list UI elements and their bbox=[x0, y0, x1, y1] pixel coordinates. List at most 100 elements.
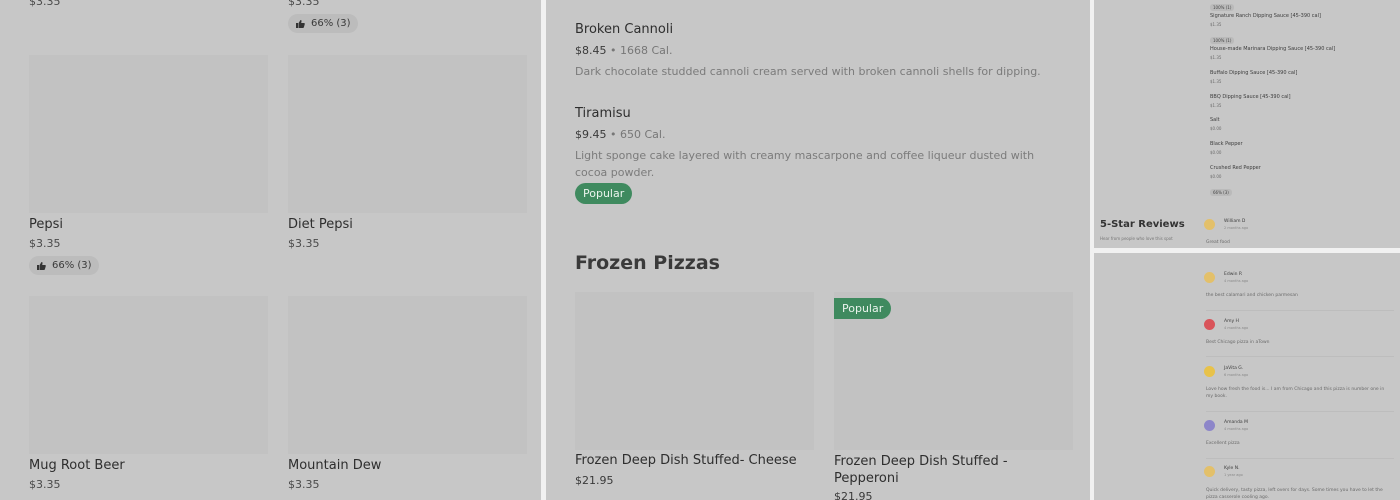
rating-text: 100% (1) bbox=[1210, 4, 1235, 11]
rating-text: 66% (3) bbox=[311, 18, 351, 29]
rating-badge: 100% (1) bbox=[1210, 0, 1235, 13]
reviews-subtitle: Hear from people who love this spot bbox=[1100, 236, 1173, 241]
avatar bbox=[1204, 366, 1215, 377]
meta-separator: • bbox=[610, 44, 617, 57]
rating-badge: 66% (3) bbox=[1210, 189, 1232, 196]
item-name: Crushed Red Pepper bbox=[1210, 165, 1261, 171]
sauce-item[interactable]: Black Pepper $0.00 bbox=[1210, 141, 1243, 155]
item-meta: $8.45 • 1668 Cal. bbox=[575, 44, 672, 57]
reviews-title: 5-Star Reviews bbox=[1100, 219, 1185, 230]
item-name: Salt bbox=[1210, 117, 1220, 123]
thumbs-up-icon bbox=[296, 19, 305, 28]
item-name: Signature Ranch Dipping Sauce [45-390 ca… bbox=[1210, 13, 1321, 19]
item-image[interactable] bbox=[288, 55, 527, 213]
sauce-item[interactable]: Salt $0.00 bbox=[1210, 117, 1221, 131]
avatar bbox=[1204, 272, 1215, 283]
item-image[interactable] bbox=[575, 292, 814, 450]
drinks-panel: $3.35 $3.35 66% (3) Pepsi Diet Pepsi $3.… bbox=[0, 0, 541, 500]
sauces-panel: 100% (1) Signature Ranch Dipping Sauce [… bbox=[1094, 0, 1400, 248]
item-name[interactable]: Broken Cannoli bbox=[575, 22, 673, 37]
sauce-item[interactable]: Crushed Red Pepper $0.00 66% (3) bbox=[1210, 165, 1261, 198]
review-time: 4 months ago bbox=[1224, 427, 1249, 431]
avatar bbox=[1204, 466, 1215, 477]
item-calories: 650 Cal. bbox=[620, 128, 666, 141]
review-text: Best Chicago pizza in aTown bbox=[1206, 340, 1270, 345]
item-price: $3.35 bbox=[29, 478, 61, 491]
divider bbox=[1206, 356, 1394, 357]
item-name[interactable]: Diet Pepsi bbox=[288, 217, 353, 232]
review-card: Kyle N. 1 year ago Quick delivery, tasty… bbox=[1204, 466, 1394, 500]
item-price: $9.45 bbox=[575, 128, 607, 141]
section-title: Frozen Pizzas bbox=[575, 252, 720, 274]
item-description: Dark chocolate studded cannoli cream ser… bbox=[575, 65, 1041, 78]
sauce-item[interactable]: BBQ Dipping Sauce [45-390 cal] $1.35 bbox=[1210, 94, 1291, 108]
thumbs-up-icon bbox=[37, 261, 46, 270]
rating-badge: 66% (3) bbox=[288, 14, 358, 33]
review-card: Edwin R 4 months ago the best calamari a… bbox=[1204, 272, 1394, 322]
review-time: 6 months ago bbox=[1224, 373, 1249, 377]
item-name: House-made Marinara Dipping Sauce [45-39… bbox=[1210, 46, 1336, 52]
item-name[interactable]: Frozen Deep Dish Stuffed - Pepperoni bbox=[834, 453, 1064, 487]
item-price: $3.35 bbox=[288, 478, 320, 491]
rating-text: 66% (3) bbox=[52, 260, 92, 271]
review-text: Excellent pizza bbox=[1206, 441, 1240, 446]
avatar bbox=[1204, 319, 1215, 330]
reviewer-name: JaVita G. bbox=[1224, 366, 1244, 371]
item-name[interactable]: Pepsi bbox=[29, 217, 63, 232]
item-name: BBQ Dipping Sauce [45-390 cal] bbox=[1210, 94, 1291, 100]
item-price: $1.35 bbox=[1210, 22, 1222, 27]
item-description: Light sponge cake layered with creamy ma… bbox=[575, 149, 1035, 179]
item-price: $0.00 bbox=[1210, 174, 1222, 179]
sauce-item[interactable]: Signature Ranch Dipping Sauce [45-390 ca… bbox=[1210, 13, 1321, 46]
divider bbox=[1206, 310, 1394, 311]
item-price: $3.35 bbox=[29, 0, 61, 8]
item-name: Buffalo Dipping Sauce [45-390 cal] bbox=[1210, 70, 1298, 76]
rating-badge: 100% (1) bbox=[1210, 37, 1235, 44]
review-text: the best calamari and chicken parmesan bbox=[1206, 293, 1298, 298]
review-card: JaVita G. 6 months ago Love how fresh th… bbox=[1204, 366, 1394, 426]
item-price: $1.35 bbox=[1210, 103, 1222, 108]
reviewer-name: Kyle N. bbox=[1224, 466, 1240, 471]
item-name[interactable]: Mountain Dew bbox=[288, 458, 381, 473]
item-meta: $9.45 • 650 Cal. bbox=[575, 128, 665, 141]
item-name: Black Pepper bbox=[1210, 141, 1243, 147]
item-name[interactable]: Tiramisu bbox=[575, 106, 631, 121]
item-price: $8.45 bbox=[575, 44, 607, 57]
item-price: $3.35 bbox=[288, 0, 320, 8]
item-price: $1.35 bbox=[1210, 55, 1222, 60]
review-text: Quick delivery, tasty pizza, left overs … bbox=[1206, 488, 1383, 500]
avatar bbox=[1204, 420, 1215, 431]
reviewer-name: William D bbox=[1224, 219, 1246, 224]
popular-badge: Popular bbox=[834, 298, 892, 319]
item-name[interactable]: Frozen Deep Dish Stuffed- Cheese bbox=[575, 453, 797, 468]
item-price: $3.35 bbox=[288, 237, 320, 250]
item-price: $0.00 bbox=[1210, 126, 1222, 131]
rating-badge: 66% (3) bbox=[29, 256, 99, 275]
review-card: Amy H 4 months ago Best Chicago pizza in… bbox=[1204, 319, 1394, 369]
item-calories: 1668 Cal. bbox=[620, 44, 673, 57]
review-time: 2 months ago bbox=[1224, 226, 1249, 230]
item-price: $21.95 bbox=[834, 490, 873, 500]
meta-separator: • bbox=[610, 128, 617, 141]
item-price: $1.35 bbox=[1210, 79, 1222, 84]
item-image[interactable] bbox=[29, 55, 268, 213]
item-image[interactable] bbox=[288, 296, 527, 454]
reviewer-name: Amanda M bbox=[1224, 420, 1248, 425]
review-time: 4 months ago bbox=[1224, 326, 1249, 330]
sauce-item[interactable]: Buffalo Dipping Sauce [45-390 cal] $1.35 bbox=[1210, 70, 1297, 84]
avatar bbox=[1204, 219, 1215, 230]
item-name[interactable]: Mug Root Beer bbox=[29, 458, 125, 473]
desserts-panel: Broken Cannoli $8.45 • 1668 Cal. Dark ch… bbox=[546, 0, 1090, 500]
item-image[interactable] bbox=[29, 296, 268, 454]
reviewer-name: Edwin R bbox=[1224, 272, 1243, 277]
reviews-panel: Edwin R 4 months ago the best calamari a… bbox=[1094, 253, 1400, 500]
review-text: Great food bbox=[1206, 240, 1230, 245]
popular-badge: Popular bbox=[575, 183, 633, 204]
sauce-item[interactable]: House-made Marinara Dipping Sauce [45-39… bbox=[1210, 46, 1335, 60]
item-price: $0.00 bbox=[1210, 150, 1222, 155]
review-time: 1 year ago bbox=[1224, 473, 1243, 477]
divider bbox=[1206, 458, 1394, 459]
reviewer-name: Amy H bbox=[1224, 319, 1239, 324]
item-price: $21.95 bbox=[575, 474, 614, 487]
review-time: 4 months ago bbox=[1224, 279, 1249, 283]
